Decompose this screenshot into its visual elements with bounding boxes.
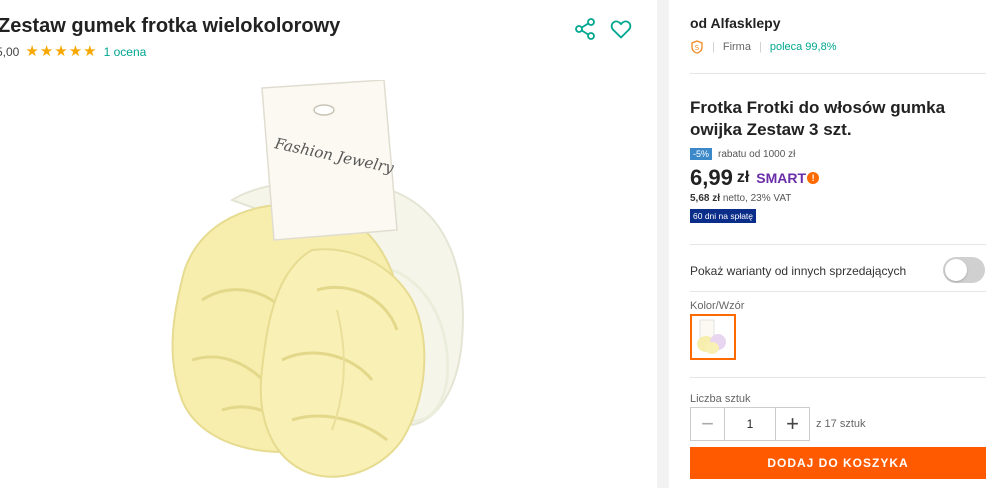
share-button[interactable] <box>573 17 597 41</box>
installments-badge[interactable]: 60 dni na spłatę <box>690 209 757 223</box>
color-label: Kolor/Wzór <box>690 300 745 312</box>
discount-badge: -5% <box>690 148 713 160</box>
netto-price: 5,68 zł netto, 23% VAT <box>690 193 791 204</box>
decrease-quantity-button[interactable]: − <box>691 408 724 440</box>
smart-label: SMART <box>756 170 807 186</box>
smart-info-icon: ! <box>807 172 820 184</box>
star-icon: ★ <box>68 43 83 60</box>
separator <box>690 377 986 378</box>
product-image[interactable]: Fashion Jewelry <box>162 79 482 488</box>
column-divider <box>657 0 669 488</box>
smart-badge[interactable]: SMART ! <box>756 170 820 186</box>
rating-summary: 5,00 ★ ★ ★ ★ ★ 1 ocena <box>0 44 146 59</box>
svg-text:S: S <box>695 44 700 52</box>
seller-type: Firma <box>722 41 751 53</box>
separator <box>690 291 986 292</box>
color-swatch[interactable] <box>690 314 736 360</box>
price-row: 6,99 zł SMART ! <box>690 165 820 191</box>
increase-quantity-button[interactable]: + <box>776 408 809 440</box>
netto-value: 5,68 zł <box>690 193 721 204</box>
quantity-input[interactable] <box>724 408 776 440</box>
offer-title: Frotka Frotki do włosów gumka owijka Zes… <box>690 98 946 139</box>
offer-panel: od Alfasklepy S | Firma | poleca 99,8% F… <box>669 0 999 488</box>
discount-text: rabatu od 1000 zł <box>718 148 796 160</box>
toggle-knob <box>945 259 967 281</box>
rating-count-link[interactable]: 1 ocena <box>104 45 147 59</box>
other-sellers-toggle[interactable] <box>943 257 985 283</box>
seller-meta: S | Firma | poleca 99,8% <box>690 40 837 54</box>
seller-name[interactable]: od Alfasklepy <box>690 15 781 31</box>
add-to-cart-button[interactable]: DODAJ DO KOSZYKA <box>690 447 986 479</box>
stock-info: z 17 sztuk <box>816 418 866 430</box>
price-currency: zł <box>736 169 750 186</box>
star-icon: ★ <box>83 43 97 60</box>
heart-icon <box>610 20 632 39</box>
discount-info: -5% rabatu od 1000 zł <box>690 148 795 160</box>
price-value: 6,99 <box>690 165 733 190</box>
seller-recommend-rate[interactable]: poleca 99,8% <box>770 41 837 53</box>
minus-icon: − <box>701 411 714 436</box>
rating-stars: ★ ★ ★ ★ ★ <box>25 44 97 59</box>
separator <box>690 73 986 74</box>
star-icon: ★ <box>25 43 39 60</box>
netto-text: netto, 23% VAT <box>722 193 792 204</box>
quantity-stepper: − + <box>690 407 810 441</box>
super-seller-icon: S <box>691 40 703 54</box>
other-sellers-label: Pokaż warianty od innych sprzedających <box>690 264 907 278</box>
product-title: Zestaw gumek frotka wielokolorowy <box>0 15 341 37</box>
separator <box>690 244 986 245</box>
quantity-label: Liczba sztuk <box>690 393 751 405</box>
share-icon <box>575 18 595 40</box>
favorite-button[interactable] <box>609 17 633 41</box>
star-icon: ★ <box>54 43 68 60</box>
star-icon: ★ <box>39 43 54 60</box>
rating-value: 5,00 <box>0 44 20 59</box>
product-gallery-column: Zestaw gumek frotka wielokolorowy 5,00 ★… <box>0 0 657 488</box>
plus-icon: + <box>786 411 799 436</box>
